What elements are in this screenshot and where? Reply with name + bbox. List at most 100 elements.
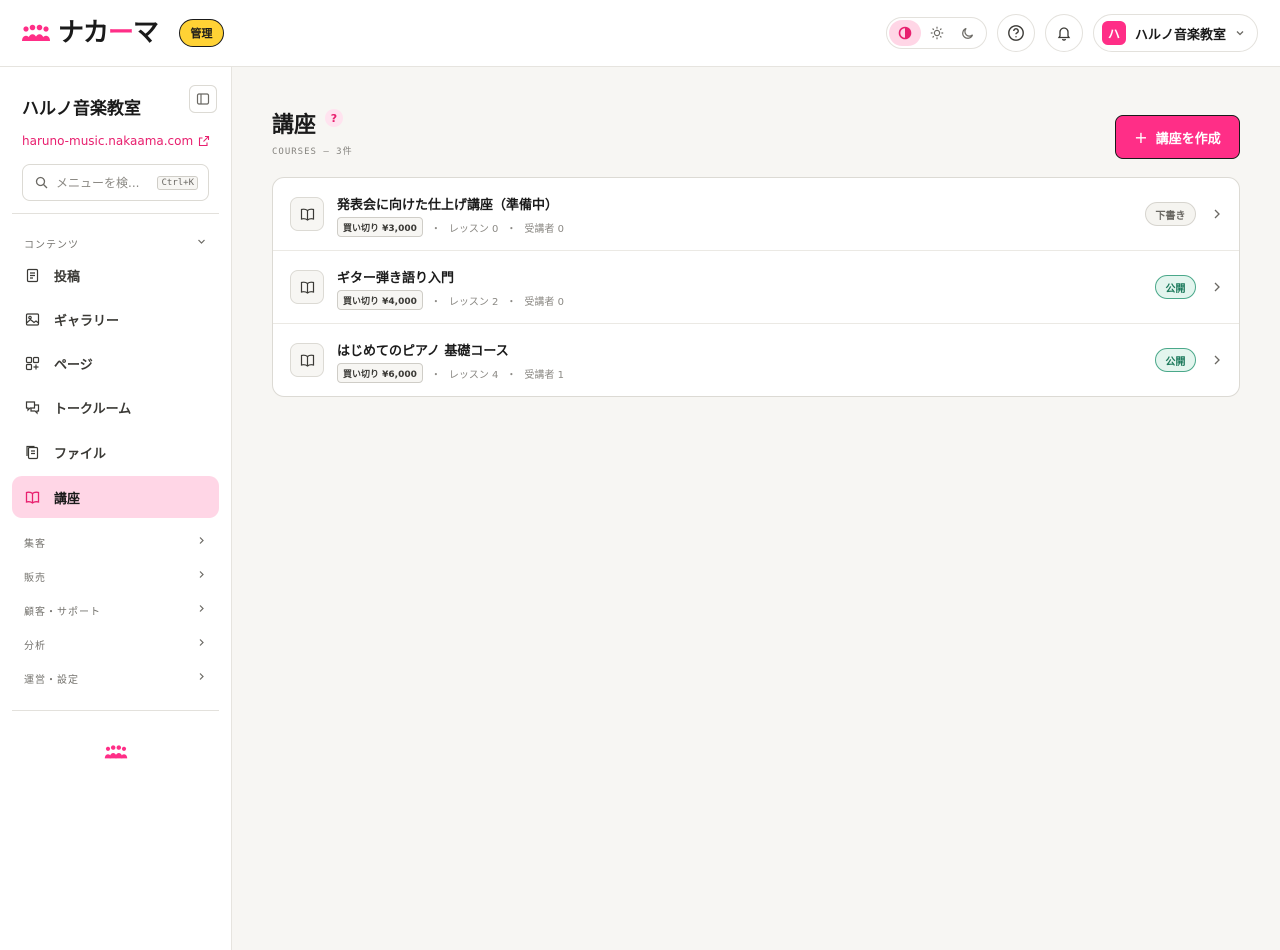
account-menu-button[interactable]: ハ ハルノ音楽教室 <box>1093 14 1258 52</box>
student-count: 受講者 1 <box>524 369 564 381</box>
chevron-down-icon <box>1236 31 1244 36</box>
book-icon <box>25 491 40 504</box>
book-icon <box>290 270 324 304</box>
sidebar-item-courses[interactable]: 講座 <box>12 476 219 518</box>
book-icon <box>290 343 324 377</box>
create-course-button[interactable]: + 講座を作成 <box>1115 115 1240 159</box>
sidebar-item-files[interactable]: ファイル <box>12 431 219 473</box>
nakaama-logo-icon <box>104 745 128 759</box>
meta-separator: ・ <box>430 369 441 381</box>
sidebar-item-gallery[interactable]: ギャラリー <box>12 298 219 340</box>
create-course-label: 講座を作成 <box>1155 131 1221 147</box>
account-avatar: ハ <box>1102 21 1126 45</box>
site-url-link[interactable]: haruno-music.nakaama.com <box>22 134 210 148</box>
chevron-right-icon[interactable] <box>196 671 207 682</box>
price-tag: 買い切り ¥4,000 <box>337 290 423 310</box>
course-row[interactable]: ギター弾き語り入門 買い切り ¥4,000 ・ レッスン 2 ・ 受講者 0 公… <box>273 251 1239 324</box>
files-icon <box>26 445 39 459</box>
chevron-right-icon[interactable] <box>196 637 207 648</box>
meta-separator: ・ <box>430 296 441 308</box>
page-help-icon[interactable]: ? <box>325 109 343 127</box>
help-icon <box>1008 25 1024 41</box>
divider <box>12 213 219 214</box>
student-count: 受講者 0 <box>524 296 564 308</box>
student-count: 受講者 0 <box>524 223 564 235</box>
sidebar-item-label: ファイル <box>54 446 107 462</box>
account-name: ハルノ音楽教室 <box>1135 27 1227 43</box>
external-link-icon <box>199 135 210 147</box>
pages-icon <box>25 356 40 370</box>
sidebar-collapse-button[interactable] <box>189 85 217 113</box>
page-subtitle: COURSES — 3件 <box>272 147 353 157</box>
nakaama-logo-icon <box>22 24 50 41</box>
section-analytics[interactable]: 分析 <box>24 637 46 652</box>
sidebar-item-pages[interactable]: ページ <box>12 342 219 384</box>
site-url-text: haruno-music.nakaama.com <box>22 134 194 148</box>
document-icon <box>26 268 39 282</box>
course-list: 発表会に向けた仕上げ講座（準備中） 買い切り ¥3,000 ・ レッスン 0 ・… <box>272 177 1240 397</box>
status-badge: 公開 <box>1155 275 1196 299</box>
theme-light-button[interactable] <box>921 20 953 46</box>
moon-icon <box>962 27 974 39</box>
meta-separator: ・ <box>506 369 517 381</box>
logo-text: ナカーマ <box>58 18 159 48</box>
price-tag: 買い切り ¥3,000 <box>337 217 423 237</box>
chevron-right-icon[interactable] <box>196 603 207 614</box>
course-row[interactable]: はじめてのピアノ 基礎コース 買い切り ¥6,000 ・ レッスン 4 ・ 受講… <box>273 324 1239 396</box>
course-meta: 買い切り ¥6,000 ・ レッスン 4 ・ 受講者 1 <box>337 363 564 383</box>
sidebar-toggle-icon <box>196 93 210 105</box>
price-tag: 買い切り ¥6,000 <box>337 363 423 383</box>
sidebar-item-talkroom[interactable]: トークルーム <box>12 386 219 428</box>
course-title[interactable]: ギター弾き語り入門 <box>337 267 454 286</box>
book-icon <box>290 197 324 231</box>
theme-auto-button[interactable] <box>889 20 921 46</box>
section-operations-settings[interactable]: 運営・設定 <box>24 671 79 686</box>
sidebar: ハルノ音楽教室 haruno-music.nakaama.com メニューを検.… <box>0 67 232 950</box>
course-meta: 買い切り ¥4,000 ・ レッスン 2 ・ 受講者 0 <box>337 290 564 310</box>
top-header: ナカーマ 管理 ハ ハルノ音楽教室 <box>0 0 1280 67</box>
chevron-right-icon[interactable] <box>196 535 207 546</box>
theme-dark-button[interactable] <box>952 20 984 46</box>
search-icon <box>35 176 48 189</box>
sidebar-item-label: ギャラリー <box>54 313 120 329</box>
chevron-right-icon[interactable] <box>1210 353 1224 367</box>
plus-icon: + <box>1134 127 1148 147</box>
contrast-icon <box>898 26 912 40</box>
lesson-count: レッスン 2 <box>448 296 499 308</box>
chevron-down-icon[interactable] <box>196 236 207 247</box>
bell-icon <box>1057 27 1071 41</box>
divider <box>12 710 219 711</box>
menu-search-input[interactable]: メニューを検... Ctrl+K <box>22 164 209 201</box>
status-badge: 公開 <box>1155 348 1196 372</box>
site-name: ハルノ音楽教室 <box>22 99 141 119</box>
section-marketing[interactable]: 集客 <box>24 535 46 550</box>
status-badge: 下書き <box>1145 202 1196 226</box>
chevron-right-icon[interactable] <box>196 569 207 580</box>
image-icon <box>25 312 40 326</box>
course-meta: 買い切り ¥3,000 ・ レッスン 0 ・ 受講者 0 <box>337 217 564 237</box>
section-customer-support[interactable]: 顧客・サポート <box>24 603 101 618</box>
sidebar-item-label: トークルーム <box>54 401 132 417</box>
course-row[interactable]: 発表会に向けた仕上げ講座（準備中） 買い切り ¥3,000 ・ レッスン 0 ・… <box>273 178 1239 251</box>
lesson-count: レッスン 4 <box>448 369 499 381</box>
chat-icon <box>25 400 40 414</box>
chevron-right-icon[interactable] <box>1210 207 1224 221</box>
help-button[interactable] <box>997 14 1035 52</box>
section-sales[interactable]: 販売 <box>24 569 46 584</box>
section-contents[interactable]: コンテンツ <box>24 236 79 251</box>
course-title[interactable]: 発表会に向けた仕上げ講座（準備中） <box>337 194 558 213</box>
page-title: 講座 <box>272 113 317 138</box>
chevron-right-icon[interactable] <box>1210 280 1224 294</box>
meta-separator: ・ <box>506 223 517 235</box>
theme-toggle[interactable] <box>886 17 987 49</box>
sidebar-item-label: ページ <box>54 357 93 373</box>
search-shortcut: Ctrl+K <box>157 176 198 190</box>
logo[interactable]: ナカーマ <box>22 18 159 48</box>
meta-separator: ・ <box>506 296 517 308</box>
course-title[interactable]: はじめてのピアノ 基礎コース <box>337 340 509 359</box>
notifications-button[interactable] <box>1045 14 1083 52</box>
admin-badge: 管理 <box>179 19 224 47</box>
meta-separator: ・ <box>430 223 441 235</box>
sidebar-item-posts[interactable]: 投稿 <box>12 254 219 296</box>
sidebar-item-label: 投稿 <box>54 269 81 285</box>
